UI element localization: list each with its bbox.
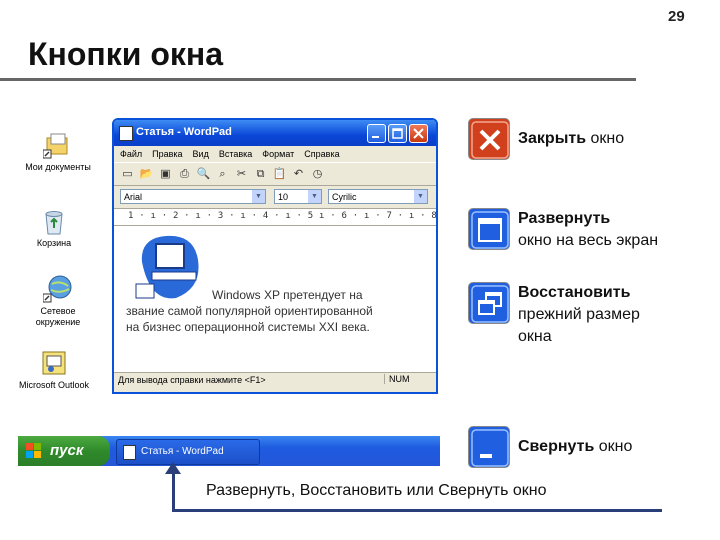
chevron-down-icon: ▼ [308, 190, 321, 203]
page-number: 29 [668, 8, 685, 25]
wordpad-status-bar: Для вывода справки нажмите <F1> NUM [114, 372, 436, 389]
paste-icon[interactable]: 📋 [272, 167, 287, 182]
windows-flag-icon [26, 443, 41, 458]
bottom-caption: Развернуть, Восстановить или Свернуть ок… [206, 482, 547, 499]
copy-icon[interactable]: ⧉ [253, 167, 268, 182]
legend-minimize-text: Свернуть окно [518, 438, 633, 455]
document-text-line: звание самой популярной ориентированной [126, 304, 373, 318]
legend-close-button [468, 118, 510, 160]
slide-title: Кнопки окна [28, 36, 223, 72]
desktop-icon-label: Сетевое окружение [35, 306, 81, 327]
restore-icon [471, 285, 509, 323]
desktop-icon-network[interactable]: Сетевое окружение [18, 274, 98, 328]
script-select[interactable]: Cyrilic ▼ [328, 189, 428, 204]
menu-file[interactable]: Файл [120, 149, 142, 159]
document-text-line: на бизнес операционной системы XXI века. [126, 320, 370, 334]
desktop-icon-label: Корзина [36, 238, 72, 248]
undo-icon[interactable]: ↶ [291, 167, 306, 182]
close-icon [413, 128, 424, 139]
my-documents-icon [42, 130, 73, 160]
computer-clipart-icon [135, 235, 199, 299]
cut-icon[interactable]: ✂ [234, 167, 249, 182]
maximize-icon [471, 211, 509, 249]
taskbar: пуск Статья - WordPad [18, 436, 440, 466]
start-button[interactable]: пуск [18, 436, 110, 466]
menu-insert[interactable]: Вставка [219, 149, 252, 159]
minimize-icon [471, 429, 509, 467]
desktop-icon-recycle-bin[interactable]: Корзина [18, 206, 94, 249]
chevron-down-icon: ▼ [252, 190, 265, 203]
font-size-value: 10 [278, 192, 289, 202]
desktop-icon-outlook[interactable]: Microsoft Outlook [18, 348, 94, 391]
save-icon[interactable]: ▣ [158, 167, 173, 182]
wordpad-app-icon[interactable] [119, 126, 133, 141]
font-name-select[interactable]: Arial ▼ [120, 189, 266, 204]
menu-format[interactable]: Формат [262, 149, 294, 159]
wordpad-toolbar: ▭ 📂 ▣ ⎙ 🔍 ⌕ ✂ ⧉ 📋 ↶ ◷ [114, 162, 436, 186]
wordpad-menu-bar: Файл Правка Вид Вставка Формат Справка [114, 146, 436, 162]
new-document-icon[interactable]: ▭ [120, 167, 135, 182]
desktop-icon-my-documents[interactable]: Мои документы [18, 130, 98, 173]
maximize-icon [392, 128, 403, 139]
start-button-label: пуск [50, 442, 84, 459]
taskbar-item-label: Статья - WordPad [141, 446, 224, 457]
legend-restore-text: Восстановить прежний размер окна [518, 284, 640, 345]
wordpad-title-bar[interactable]: Статья - WordPad [114, 120, 436, 146]
print-icon[interactable]: ⎙ [177, 167, 192, 182]
script-value: Cyrilic [332, 192, 357, 202]
status-num-indicator: NUM [384, 374, 410, 384]
desktop-icon-label: Microsoft Outlook [18, 380, 90, 390]
chevron-down-icon: ▼ [414, 190, 427, 203]
wordpad-document-area[interactable]: Windows XP претендует на звание самой по… [114, 225, 436, 372]
legend-minimize-button [468, 426, 510, 468]
open-folder-icon[interactable]: 📂 [139, 167, 154, 182]
maximize-button[interactable] [388, 124, 407, 143]
status-help-text: Для вывода справки нажмите <F1> [118, 375, 266, 385]
legend-close-text: Закрыть окно [518, 130, 625, 147]
print-preview-icon[interactable]: 🔍 [196, 167, 211, 182]
menu-help[interactable]: Справка [304, 149, 339, 159]
wordpad-app-icon [123, 445, 136, 460]
network-icon [42, 274, 73, 304]
font-name-value: Arial [124, 192, 143, 202]
recycle-bin-icon [39, 206, 69, 236]
legend-maximize-text: Развернуть окно на весь экран [518, 210, 659, 249]
wordpad-window: Статья - WordPad Файл Правка Вид Вставка… [112, 118, 438, 394]
taskbar-item-wordpad[interactable]: Статья - WordPad [116, 439, 260, 465]
minimize-button[interactable] [367, 124, 386, 143]
insert-date-icon[interactable]: ◷ [310, 167, 325, 182]
wordpad-title-text: Статья - WordPad [136, 126, 232, 138]
wordpad-format-bar: Arial ▼ 10 ▼ Cyrilic ▼ [114, 186, 436, 208]
title-underline [0, 78, 636, 81]
legend-restore-button [468, 282, 510, 324]
wordpad-ruler[interactable]: 1 · ı · 2 · ı · 3 · ı · 4 · ı · 5 ı · 6 … [114, 208, 436, 225]
close-button[interactable] [409, 124, 428, 143]
document-text-line: Windows XP претендует на [212, 288, 363, 302]
find-icon[interactable]: ⌕ [215, 167, 230, 182]
minimize-icon [372, 136, 379, 138]
legend-maximize-button [468, 208, 510, 250]
outlook-icon [39, 348, 69, 378]
desktop-icon-label: Мои документы [25, 162, 91, 172]
menu-edit[interactable]: Правка [152, 149, 182, 159]
font-size-select[interactable]: 10 ▼ [274, 189, 322, 204]
arrow-line-horizontal [172, 509, 662, 512]
arrow-line-vertical [172, 470, 175, 512]
close-icon [471, 121, 509, 159]
menu-view[interactable]: Вид [193, 149, 209, 159]
